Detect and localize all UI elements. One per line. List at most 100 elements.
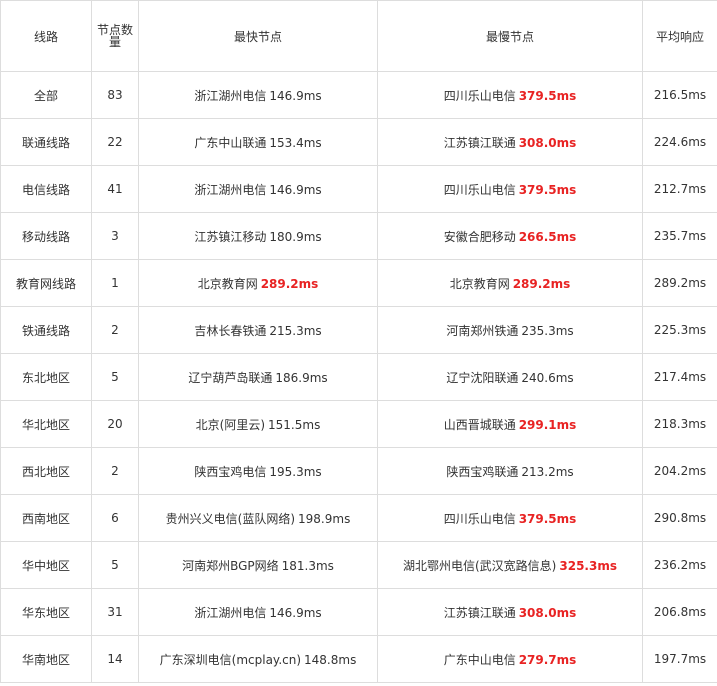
average-response-cell: 235.7ms [642,212,717,260]
table-row: 华中地区 5 河南郑州BGP网络 181.3ms 湖北鄂州电信(武汉宽路信息) 325.3… [0,541,717,589]
fastest-node-cell: 浙江湖州电信 146.9ms [138,165,378,213]
slowest-node-cell: 湖北鄂州电信(武汉宽路信息) 325.3ms [377,541,643,589]
slow-node-name: 四川乐山电信 [443,511,516,526]
node-count-cell: 22 [91,118,139,166]
fast-node-latency: 146.9ms [269,605,322,620]
fast-node-name: 浙江湖州电信 [194,605,267,620]
table-row: 华东地区 31 浙江湖州电信 146.9ms 江苏镇江联通 308.0ms 206.8ms [0,588,717,636]
slow-node-name: 安徽合肥移动 [443,229,516,244]
route-name-cell: 联通线路 [0,118,92,166]
average-response-cell: 290.8ms [642,494,717,542]
fast-node-name: 浙江湖州电信 [194,88,267,103]
header-average: 平均响应 [642,0,717,72]
route-name-cell: 西南地区 [0,494,92,542]
fast-node-latency: 146.9ms [269,182,322,197]
route-name-cell: 全部 [0,71,92,119]
fast-node-name: 江苏镇江移动 [194,229,267,244]
slow-node-name: 山西晋城联通 [443,417,516,432]
fastest-node-cell: 北京(阿里云) 151.5ms [138,400,378,448]
slow-node-latency: 308.0ms [518,135,577,150]
slow-node-latency: 299.1ms [518,417,577,432]
route-name-cell: 教育网线路 [0,259,92,307]
fastest-node-cell: 浙江湖州电信 146.9ms [138,71,378,119]
node-count-cell: 31 [91,588,139,636]
slowest-node-cell: 四川乐山电信 379.5ms [377,494,643,542]
average-response-cell: 212.7ms [642,165,717,213]
slowest-node-cell: 北京教育网 289.2ms [377,259,643,307]
slowest-node-cell: 广东中山电信 279.7ms [377,635,643,683]
slow-node-name: 四川乐山电信 [443,182,516,197]
slowest-node-cell: 陕西宝鸡联通 213.2ms [377,447,643,495]
slowest-node-cell: 江苏镇江联通 308.0ms [377,588,643,636]
slow-node-latency: 325.3ms [559,558,617,573]
slow-node-latency: 308.0ms [518,605,577,620]
fast-node-name: 北京教育网 [197,276,258,291]
slow-node-name: 江苏镇江联通 [443,605,516,620]
average-response-cell: 289.2ms [642,259,717,307]
table-row: 联通线路 22 广东中山联通 153.4ms 江苏镇江联通 308.0ms 224.6ms [0,118,717,166]
fast-node-name: 浙江湖州电信 [194,182,267,197]
slow-node-name: 陕西宝鸡联通 [446,464,519,479]
slow-node-latency: 379.5ms [518,511,577,526]
table-row: 华北地区 20 北京(阿里云) 151.5ms 山西晋城联通 299.1ms 218.3ms [0,400,717,448]
fastest-node-cell: 吉林长春铁通 215.3ms [138,306,378,354]
node-count-cell: 2 [91,306,139,354]
header-count-label: 节点数量 [96,23,133,49]
fast-node-name: 陕西宝鸡电信 [194,464,267,479]
average-response-cell: 225.3ms [642,306,717,354]
node-count-cell: 1 [91,259,139,307]
slowest-node-cell: 山西晋城联通 299.1ms [377,400,643,448]
slow-node-latency: 235.3ms [521,323,574,338]
fast-node-name: 河南郑州BGP网络 [182,558,279,573]
average-response-cell: 217.4ms [642,353,717,401]
node-count-cell: 20 [91,400,139,448]
slow-node-name: 广东中山电信 [443,652,516,667]
slow-node-latency: 266.5ms [518,229,577,244]
table-row: 电信线路 41 浙江湖州电信 146.9ms 四川乐山电信 379.5ms 212.7ms [0,165,717,213]
average-response-cell: 218.3ms [642,400,717,448]
route-name-cell: 华北地区 [0,400,92,448]
table-row: 铁通线路 2 吉林长春铁通 215.3ms 河南郑州铁通 235.3ms 225.3ms [0,306,717,354]
fast-node-latency: 151.5ms [268,417,321,432]
route-name-cell: 东北地区 [0,353,92,401]
slowest-node-cell: 江苏镇江联通 308.0ms [377,118,643,166]
node-count-cell: 2 [91,447,139,495]
slow-node-name: 北京教育网 [449,276,510,291]
fastest-node-cell: 陕西宝鸡电信 195.3ms [138,447,378,495]
fast-node-name: 贵州兴义电信(蓝队网络) [165,511,296,526]
average-response-cell: 204.2ms [642,447,717,495]
fast-node-latency: 153.4ms [269,135,322,150]
slow-node-name: 四川乐山电信 [443,88,516,103]
table-row: 教育网线路 1 北京教育网 289.2ms 北京教育网 289.2ms 289.2ms [0,259,717,307]
route-name-cell: 铁通线路 [0,306,92,354]
slowest-node-cell: 辽宁沈阳联通 240.6ms [377,353,643,401]
slowest-node-cell: 安徽合肥移动 266.5ms [377,212,643,260]
table-header-row: 线路 节点数量 最快节点 最慢节点 平均响应 [0,0,717,72]
route-name-cell: 西北地区 [0,447,92,495]
fast-node-name: 北京(阿里云) [195,417,266,432]
node-count-cell: 14 [91,635,139,683]
fast-node-name: 吉林长春铁通 [194,323,267,338]
node-count-cell: 41 [91,165,139,213]
table-row: 华南地区 14 广东深圳电信(mcplay.cn) 148.8ms 广东中山电信 279.… [0,635,717,683]
average-response-cell: 197.7ms [642,635,717,683]
fast-node-latency: 181.3ms [281,558,334,573]
table-body: 全部 83 浙江湖州电信 146.9ms 四川乐山电信 379.5ms 216.5ms 联通线… [0,71,717,683]
fastest-node-cell: 河南郑州BGP网络 181.3ms [138,541,378,589]
slow-node-name: 河南郑州铁通 [446,323,519,338]
slow-node-latency: 379.5ms [518,88,577,103]
route-name-cell: 华南地区 [0,635,92,683]
fast-node-latency: 195.3ms [269,464,322,479]
node-count-cell: 83 [91,71,139,119]
header-route: 线路 [0,0,92,72]
slowest-node-cell: 河南郑州铁通 235.3ms [377,306,643,354]
average-response-cell: 224.6ms [642,118,717,166]
route-latency-table: 线路 节点数量 最快节点 最慢节点 平均响应 全部 83 浙江湖州电信 146.9ms… [0,0,717,683]
fastest-node-cell: 北京教育网 289.2ms [138,259,378,307]
average-response-cell: 216.5ms [642,71,717,119]
route-name-cell: 华东地区 [0,588,92,636]
node-count-cell: 5 [91,541,139,589]
table-row: 西南地区 6 贵州兴义电信(蓝队网络) 198.9ms 四川乐山电信 379.5ms 290… [0,494,717,542]
slow-node-name: 湖北鄂州电信(武汉宽路信息) [403,558,557,573]
fast-node-latency: 180.9ms [269,229,322,244]
